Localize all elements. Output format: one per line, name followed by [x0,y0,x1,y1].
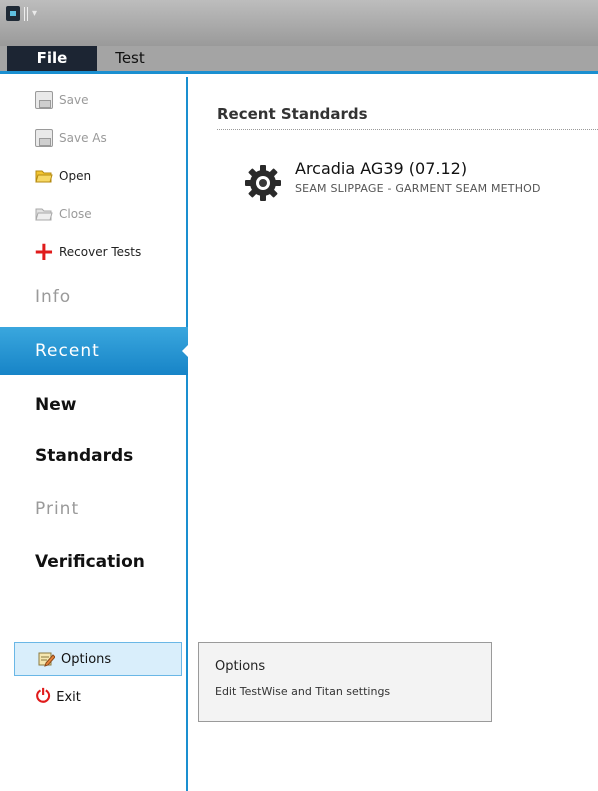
save-as-button[interactable]: Save As [35,127,107,149]
nav-recent[interactable]: Recent [0,327,189,375]
options-label: Options [61,651,112,667]
open-button[interactable]: Open [35,165,91,187]
tab-test[interactable]: Test [100,46,160,71]
close-button[interactable]: Close [35,203,92,225]
quick-access-toolbar: ▾ [6,6,37,21]
section-divider [217,129,598,130]
app-icon[interactable] [6,6,20,21]
section-title: Recent Standards [217,105,368,123]
options-button[interactable]: Options [14,642,182,676]
save-button[interactable]: Save [35,89,88,111]
exit-button[interactable]: ⏻ Exit [36,688,81,706]
recent-item-title: Arcadia AG39 (07.12) [295,159,468,178]
power-icon: ⏻ [36,686,51,707]
folder-close-icon [35,205,53,223]
folder-open-icon [35,167,53,185]
gear-icon [245,165,281,201]
title-bar: ▾ [0,0,598,46]
tooltip-description: Edit TestWise and Titan settings [215,685,391,698]
save-icon [35,91,53,109]
options-tooltip: Options Edit TestWise and Titan settings [198,642,492,722]
backstage-sidebar: Save Save As Open Close + Recover Tests … [0,77,189,791]
open-label: Open [59,169,92,183]
save-as-label: Save As [59,131,107,145]
nav-print[interactable]: Print [0,485,188,533]
recent-item-subtitle: SEAM SLIPPAGE - GARMENT SEAM METHOD [295,182,541,195]
tab-file[interactable]: File [7,46,97,71]
options-edit-icon [37,650,56,668]
plus-icon: + [33,237,55,267]
tooltip-title: Options [215,659,266,674]
toolbar-separator [24,6,28,21]
nav-info[interactable]: Info [0,273,188,321]
exit-label: Exit [56,689,81,705]
save-as-icon [35,129,53,147]
nav-new[interactable]: New [0,381,188,429]
ribbon-tab-bar: File Test [0,46,598,74]
recover-tests-label: Recover Tests [59,245,142,259]
close-label: Close [59,207,92,221]
nav-standards[interactable]: Standards [0,432,188,480]
recent-standard-item[interactable]: Arcadia AG39 (07.12) SEAM SLIPPAGE - GAR… [243,159,541,201]
save-label: Save [59,93,89,107]
recent-item-text: Arcadia AG39 (07.12) SEAM SLIPPAGE - GAR… [295,159,541,195]
nav-verification[interactable]: Verification [0,538,188,586]
recover-tests-button[interactable]: + Recover Tests [33,237,142,267]
customize-toolbar-icon[interactable]: ▾ [32,8,37,19]
